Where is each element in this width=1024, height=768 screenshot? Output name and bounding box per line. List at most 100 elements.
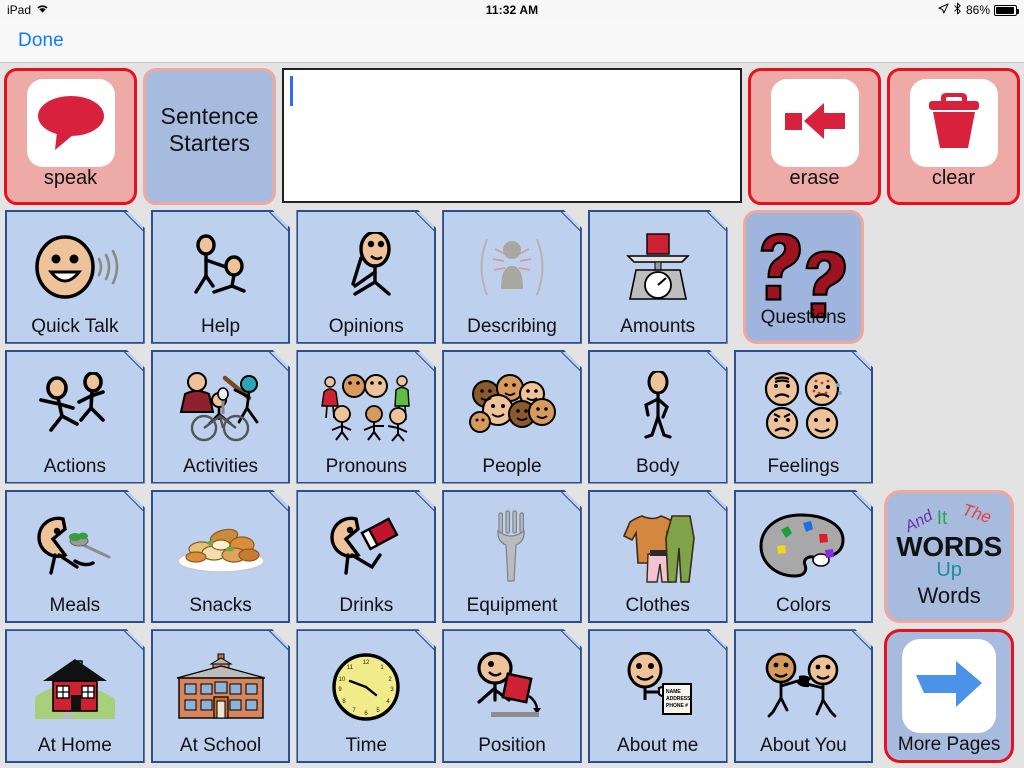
grid-cell: Opinions: [293, 207, 439, 347]
category-label: Equipment: [466, 595, 558, 617]
category-tile-describing[interactable]: Describing: [442, 210, 582, 344]
two-people-pointing-icon: [736, 631, 872, 736]
category-label: Meals: [49, 595, 101, 617]
category-tile-clothes[interactable]: Clothes: [588, 490, 728, 624]
category-tile-drinks[interactable]: Drinks: [296, 490, 436, 624]
category-tile-colors[interactable]: Colors: [734, 490, 874, 624]
grid-cell: Drinks: [293, 487, 439, 627]
school-building-icon: [153, 631, 289, 736]
grid-cell: People: [439, 347, 585, 487]
grid-cell: Clothes: [585, 487, 731, 627]
fork-icon: [444, 492, 580, 597]
svg-text:10: 10: [339, 677, 346, 683]
grid-cell: Position: [439, 626, 585, 766]
category-label: Activities: [183, 455, 259, 477]
done-button[interactable]: Done: [18, 30, 64, 52]
grid-cell: Pronouns: [293, 347, 439, 487]
more-pages-icon-card: [902, 639, 997, 734]
category-tile-time[interactable]: 12 1 2 345 678 9 10 11 Time: [296, 629, 436, 763]
category-tile-at-school[interactable]: At School: [151, 629, 291, 763]
category-label: At Home: [37, 735, 112, 756]
clothing-icon: [590, 492, 726, 597]
grid-cell: At Home: [2, 626, 148, 766]
text-cursor: [290, 76, 293, 106]
clear-button[interactable]: clear: [887, 68, 1020, 205]
sentence-starters-button[interactable]: Sentence Starters: [143, 68, 276, 205]
location-arrow-icon: [938, 3, 949, 17]
svg-text:NAME: NAME: [666, 689, 681, 695]
category-tile-quick-talk[interactable]: Quick Talk: [5, 210, 145, 344]
category-tile-snacks[interactable]: Snacks: [151, 490, 291, 624]
category-label: People: [482, 455, 542, 477]
category-label: Body: [636, 455, 680, 477]
category-tile-help[interactable]: Help: [151, 210, 291, 344]
eating-person-icon: [7, 492, 143, 597]
category-tile-body[interactable]: Body: [588, 350, 728, 484]
speak-button[interactable]: speak: [4, 68, 137, 205]
group-pronouns-icon: [298, 352, 434, 457]
paint-palette-icon: [736, 492, 872, 597]
grid-cell: About You: [731, 626, 877, 766]
placing-block-icon: [444, 631, 580, 736]
category-label: Opinions: [328, 315, 404, 337]
svg-text:11: 11: [347, 665, 354, 671]
speak-label: speak: [43, 167, 98, 189]
speak-icon-card: [26, 79, 115, 167]
category-tile-meals[interactable]: Meals: [5, 490, 145, 624]
status-bar-clock: 11:32 AM: [485, 3, 539, 17]
grid-cell: Body: [585, 347, 731, 487]
weighing-scale-icon: [590, 212, 726, 317]
category-tile-people[interactable]: People: [442, 350, 582, 484]
category-label: Amounts: [620, 315, 696, 337]
person-aura-icon: [444, 212, 580, 317]
category-tile-more-pages[interactable]: More Pages: [884, 629, 1015, 763]
grid-cell: Quick Talk: [2, 207, 148, 347]
thinking-person-icon: [298, 212, 434, 317]
category-tile-amounts[interactable]: Amounts: [588, 210, 728, 344]
message-input-bar[interactable]: [282, 68, 742, 203]
sentence-starters-line1: Sentence: [160, 103, 259, 129]
status-bar-right: 86%: [938, 2, 1019, 18]
category-label: Snacks: [189, 595, 252, 617]
grid-cell: Help: [148, 207, 294, 347]
speech-bubble-icon: [35, 90, 107, 157]
sentence-starters-line2: Starters: [168, 130, 251, 157]
erase-icon-card: [770, 79, 859, 167]
category-tile-equipment[interactable]: Equipment: [442, 490, 582, 624]
standing-person-icon: [590, 352, 726, 457]
category-label: Pronouns: [325, 455, 407, 477]
category-tile-opinions[interactable]: Opinions: [296, 210, 436, 344]
category-tile-about-you[interactable]: About You: [734, 629, 874, 763]
category-tile-position[interactable]: Position: [442, 629, 582, 763]
category-label: Clothes: [625, 595, 690, 617]
battery-icon: [994, 4, 1019, 16]
grid-cell: Snacks: [148, 487, 294, 627]
crowd-faces-icon: [444, 352, 580, 457]
right-arrow-icon: [912, 657, 986, 716]
category-label: Quick Talk: [31, 315, 119, 337]
category-label: Actions: [43, 455, 106, 477]
category-tile-about-me[interactable]: NAME ADDRESS PHONE # About me: [588, 629, 728, 763]
grid-cell: Equipment: [439, 487, 585, 627]
grid-cell: Meals: [2, 487, 148, 627]
clear-label: clear: [931, 167, 976, 189]
sentence-starters-label: Sentence Starters: [161, 103, 259, 157]
category-tile-actions[interactable]: Actions: [5, 350, 145, 484]
category-tile-pronouns[interactable]: Pronouns: [296, 350, 436, 484]
category-label: Describing: [467, 315, 557, 337]
grid-cell: Actions: [2, 347, 148, 487]
clear-icon-card: [909, 79, 998, 167]
helping-hand-icon: [153, 212, 289, 317]
category-label: More Pages: [897, 734, 1001, 756]
person-id-card-icon: NAME ADDRESS PHONE #: [590, 631, 726, 736]
category-tile-activities[interactable]: Activities: [151, 350, 291, 484]
category-tile-feelings[interactable]: Feelings: [734, 350, 874, 484]
grid-cell: More Pages: [876, 626, 1022, 766]
grid-cell: Activities: [148, 347, 294, 487]
erase-button[interactable]: erase: [748, 68, 881, 205]
category-tile-words[interactable]: And It The WORDS Up Words: [884, 489, 1015, 624]
category-tile-at-home[interactable]: At Home: [5, 629, 145, 763]
category-label: Drinks: [339, 595, 394, 617]
category-tile-questions[interactable]: Questions: [742, 210, 865, 344]
word-art-it: It: [936, 507, 948, 529]
